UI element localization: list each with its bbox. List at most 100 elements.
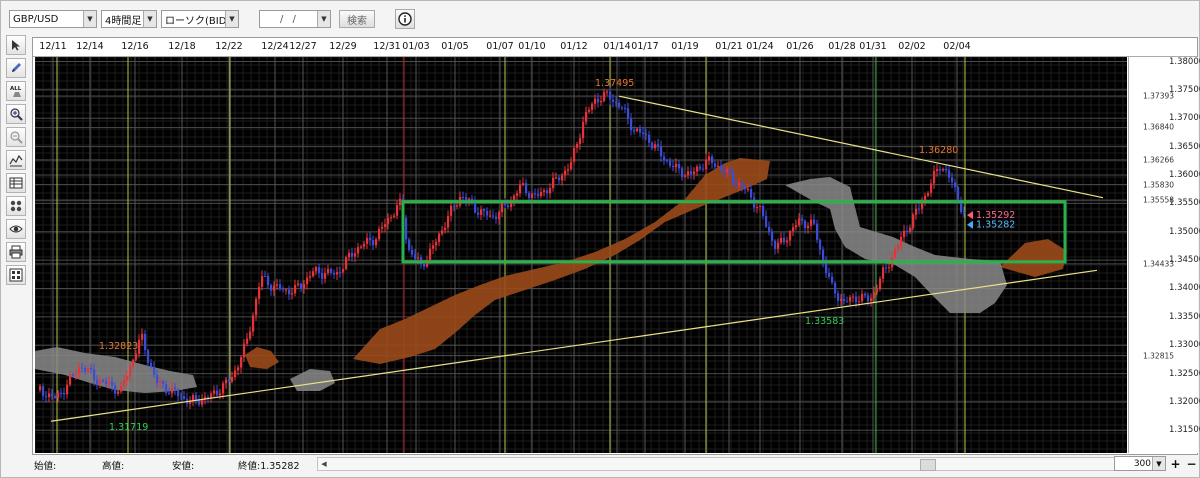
table-tool[interactable] xyxy=(6,173,26,193)
chevron-down-icon: ▼ xyxy=(83,11,96,27)
candle-bearish xyxy=(369,237,372,241)
search-button[interactable]: 検索 xyxy=(339,10,375,28)
candle-bearish xyxy=(663,156,666,161)
candle-bullish xyxy=(549,188,552,194)
candle-bearish xyxy=(627,108,630,119)
candle-bearish xyxy=(735,184,738,187)
candle-bullish xyxy=(261,275,264,287)
dots-tool[interactable] xyxy=(6,196,26,216)
candle-bearish xyxy=(96,380,99,385)
price-level-label: 1.32815 xyxy=(1143,351,1175,361)
candle-bearish xyxy=(678,163,681,169)
candle-bearish xyxy=(945,168,948,171)
candle-bullish xyxy=(291,293,294,295)
horizontal-scrollbar[interactable]: ◀ ▶ xyxy=(317,457,1125,471)
candle-bullish xyxy=(78,367,81,374)
candle-bearish xyxy=(534,193,537,195)
scroll-thumb[interactable] xyxy=(920,459,936,471)
candle-bearish xyxy=(198,400,201,405)
eye-tool[interactable] xyxy=(6,219,26,239)
price-level-label: 1.35558 xyxy=(1143,195,1175,205)
candle-bullish xyxy=(342,268,345,273)
candle-bearish xyxy=(474,201,477,213)
candle-bearish xyxy=(423,263,426,267)
symbol-select[interactable]: GBP/USD ▼ xyxy=(9,10,97,28)
zoom-out-tool[interactable] xyxy=(6,127,26,147)
candle-bullish xyxy=(132,359,135,367)
timeframe-select[interactable]: 4時間足 ▼ xyxy=(101,10,157,28)
candle-bullish xyxy=(579,138,582,144)
candle-bullish xyxy=(249,331,252,339)
candle-bearish xyxy=(681,168,684,177)
candle-bearish xyxy=(690,171,693,175)
candle-bullish xyxy=(345,257,348,269)
pencil-tool[interactable] xyxy=(6,58,26,78)
price-tick-label: 1.34000 xyxy=(1169,283,1200,294)
print-tool[interactable] xyxy=(6,242,26,262)
candle-bullish xyxy=(435,242,438,246)
candle-bullish xyxy=(858,301,861,303)
candle-bearish xyxy=(102,380,105,382)
indicator-tool[interactable] xyxy=(6,150,26,170)
candle-bullish xyxy=(708,156,711,160)
candle-bullish xyxy=(171,387,174,394)
candle-bearish xyxy=(729,168,732,173)
candle-bearish xyxy=(492,215,495,217)
candle-bearish xyxy=(843,299,846,302)
svg-text:ALL: ALL xyxy=(10,86,22,92)
candle-bullish xyxy=(219,393,222,396)
candle-bullish xyxy=(489,215,492,217)
all-clear-tool[interactable]: ALL xyxy=(6,81,26,101)
candle-bearish xyxy=(954,182,957,188)
candle-bullish xyxy=(243,343,246,358)
candle-bullish xyxy=(159,381,162,383)
chart-kind-select[interactable]: ローソク(BID) ▼ xyxy=(161,10,239,28)
candle-bullish xyxy=(357,247,360,254)
candle-bullish xyxy=(429,248,432,260)
zoom-select[interactable]: 300 ▼ xyxy=(1114,456,1166,471)
candle-bearish xyxy=(951,177,954,183)
candle-bullish xyxy=(543,190,546,193)
scroll-left-icon[interactable]: ◀ xyxy=(318,458,330,470)
candle-bullish xyxy=(894,249,897,258)
date-tick-label: 01/10 xyxy=(518,41,546,52)
date-input[interactable]: / / ▼ xyxy=(259,10,331,28)
candle-bearish xyxy=(867,295,870,301)
candle-bullish xyxy=(75,373,78,375)
candle-bearish xyxy=(528,193,531,198)
chart-window: GBP/USD ▼ 4時間足 ▼ ローソク(BID) ▼ / / ▼ 検索 AL… xyxy=(0,0,1200,478)
candle-bullish xyxy=(747,189,750,191)
zoom-in-tool[interactable] xyxy=(6,104,26,124)
candle-bullish xyxy=(108,381,111,384)
candle-bullish xyxy=(561,175,564,181)
candle-bullish xyxy=(378,228,381,240)
cursor-tool[interactable] xyxy=(6,35,26,55)
candle-bullish xyxy=(792,227,795,232)
low-label: 安値: xyxy=(172,461,195,472)
candle-bearish xyxy=(84,368,87,372)
candle-bearish xyxy=(537,193,540,197)
candle-bearish xyxy=(774,240,777,249)
candle-bearish xyxy=(624,108,627,110)
candle-bearish xyxy=(195,395,198,401)
info-button[interactable] xyxy=(395,9,415,29)
zoom-in-button[interactable]: + xyxy=(1168,456,1183,471)
zoom-value: 300 xyxy=(1133,458,1151,469)
candle-bearish xyxy=(741,182,744,186)
candle-bearish xyxy=(165,383,168,393)
candle-bearish xyxy=(633,130,636,132)
settings-grid-tool[interactable] xyxy=(6,265,26,285)
indicator-icon xyxy=(9,154,23,167)
candle-bullish xyxy=(594,98,597,104)
candle-bullish xyxy=(516,193,519,196)
chevron-down-icon: ▼ xyxy=(225,11,238,27)
candle-bullish xyxy=(897,245,900,250)
candle-bearish xyxy=(414,254,417,259)
candle-bullish xyxy=(129,366,132,377)
price-level-label: 1.36266 xyxy=(1143,155,1175,165)
candle-bullish xyxy=(936,169,939,171)
price-level-label: 1.37393 xyxy=(1143,91,1175,101)
candle-bearish xyxy=(660,146,663,157)
zoom-out-button[interactable]: − xyxy=(1184,456,1199,471)
price-chart[interactable]: 1.37495 1.36280 1.32823 1.33583 1.31719 1.352… xyxy=(35,57,1127,453)
